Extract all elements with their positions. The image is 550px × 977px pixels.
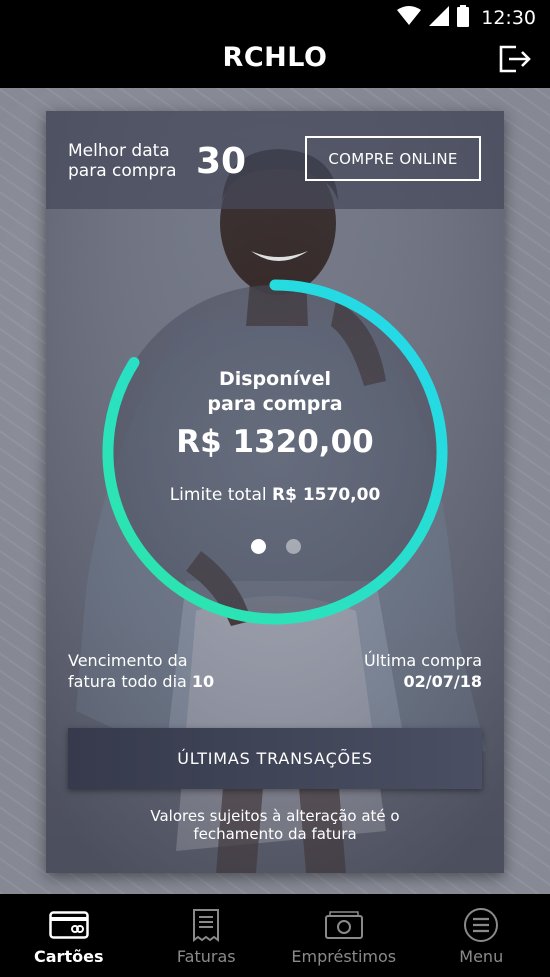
logout-icon — [499, 45, 531, 73]
status-icons: 12:30 — [397, 4, 536, 32]
app-logo: RCHLO — [222, 42, 328, 73]
status-bar: 12:30 — [0, 0, 550, 36]
app-bar: RCHLO — [0, 36, 550, 88]
pager-dots — [251, 539, 311, 555]
wifi-icon — [397, 5, 422, 31]
logout-button[interactable] — [496, 42, 534, 76]
signal-icon — [429, 5, 450, 31]
last-transactions-button[interactable]: ÚLTIMAS TRANSAÇÕES — [68, 728, 482, 789]
due-day: 10 — [191, 672, 215, 691]
pager-dot-1[interactable] — [251, 539, 266, 554]
money-icon — [324, 908, 364, 942]
menu-icon — [463, 908, 499, 942]
invoice-due-info: Vencimento da fatura todo dia 10 — [68, 651, 215, 691]
bottom-navigation: Cartões Faturas Empréstimos Menu — [0, 894, 550, 977]
status-time: 12:30 — [481, 7, 536, 29]
credit-card-panel[interactable]: Melhor data para compra 30 COMPRE ONLINE… — [46, 111, 504, 873]
available-amount: R$ 1320,00 — [176, 424, 374, 460]
last-purchase-date: 02/07/18 — [403, 672, 482, 691]
disclaimer-text: Valores sujeitos à alteração até o fecha… — [150, 807, 400, 843]
available-label: Disponível para compra — [207, 368, 343, 415]
nav-item-menu[interactable]: Menu — [413, 894, 550, 977]
last-purchase-info: Última compra 02/07/18 — [363, 651, 482, 691]
total-limit-label: Limite total — [169, 485, 267, 505]
receipt-icon — [190, 908, 222, 942]
nav-item-cards[interactable]: Cartões — [0, 894, 138, 977]
credit-card-icon — [49, 908, 89, 942]
total-limit-value: R$ 1570,00 — [272, 485, 381, 505]
nav-item-invoices[interactable]: Faturas — [138, 894, 276, 977]
total-limit: Limite total R$ 1570,00 — [125, 485, 425, 505]
pager-dot-2[interactable] — [286, 539, 301, 554]
nav-item-loans[interactable]: Empréstimos — [275, 894, 413, 977]
battery-icon — [457, 4, 470, 32]
